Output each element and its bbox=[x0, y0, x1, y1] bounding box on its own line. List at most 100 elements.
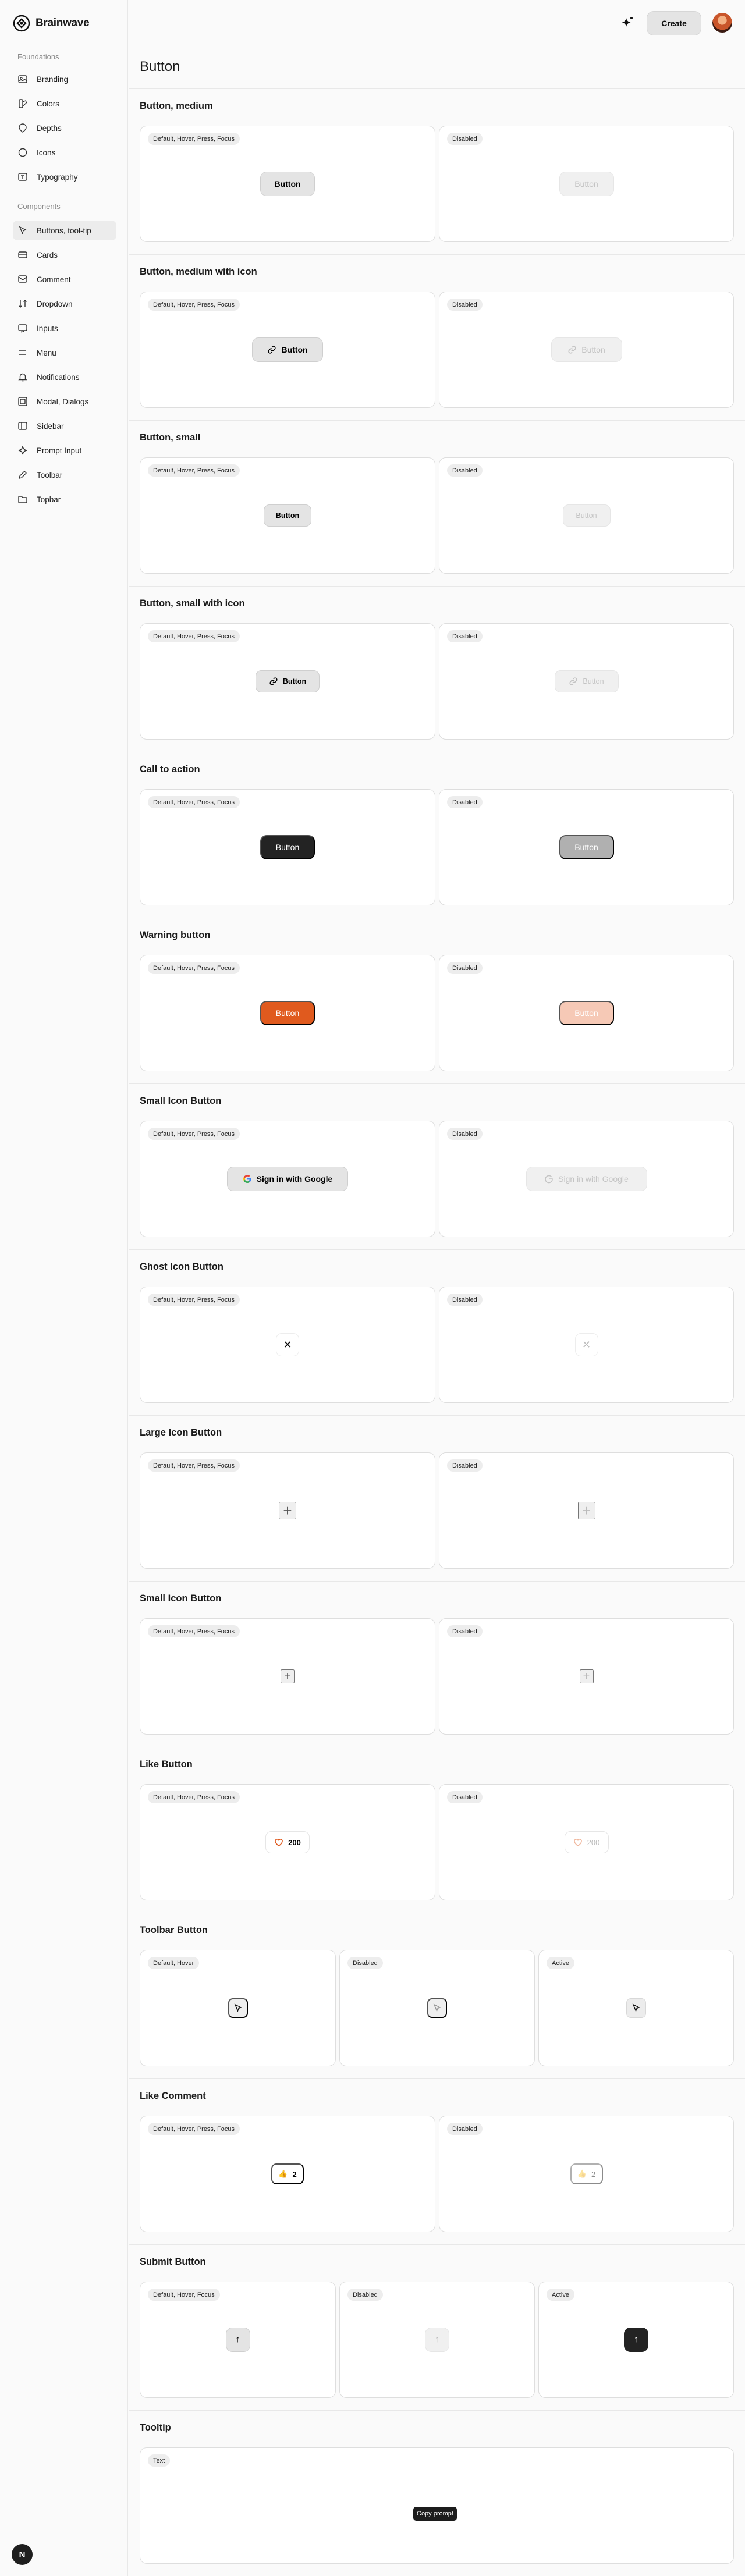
like-comment-button[interactable]: 👍 2 bbox=[271, 2163, 304, 2184]
demo-card-default: Default, Hover, Press, Focus Button bbox=[140, 789, 435, 905]
section-title: Warning button bbox=[140, 930, 211, 940]
link-icon bbox=[569, 677, 577, 685]
like-button[interactable]: 200 bbox=[265, 1831, 310, 1853]
small-button-disabled: Button bbox=[562, 504, 611, 527]
sidebar-item-comment[interactable]: Comment bbox=[13, 269, 116, 289]
cursor-icon bbox=[632, 2003, 640, 2013]
sidebar-item-depths[interactable]: Depths bbox=[13, 118, 116, 138]
sparkle-icon[interactable] bbox=[620, 15, 635, 30]
sidebar-item-branding[interactable]: Branding bbox=[13, 69, 116, 89]
toolbar-button-disabled bbox=[427, 1998, 447, 2018]
pen-icon bbox=[19, 471, 27, 479]
sidebar-item-notifications[interactable]: Notifications bbox=[13, 367, 116, 387]
arrow-up-icon[interactable]: ↑ bbox=[225, 2328, 250, 2352]
toolbar-button-active[interactable] bbox=[626, 1998, 646, 2018]
toolbar-button[interactable] bbox=[228, 1998, 248, 2018]
cursor-icon bbox=[433, 2003, 441, 2013]
sidebar-item-topbar[interactable]: Topbar bbox=[13, 489, 116, 509]
sidebar-item-sidebar[interactable]: Sidebar bbox=[13, 416, 116, 436]
link-icon bbox=[268, 346, 276, 354]
avatar[interactable] bbox=[712, 13, 732, 33]
layers-icon bbox=[19, 123, 27, 133]
section-title: Small Icon Button bbox=[140, 1096, 222, 1106]
demo-card-disabled: Disabled bbox=[339, 1950, 535, 2066]
circle-icon bbox=[18, 148, 27, 157]
section-button-small: Button, small Default, Hover, Press, Foc… bbox=[129, 421, 745, 587]
button-label: Button bbox=[581, 345, 605, 354]
google-icon bbox=[545, 1175, 553, 1184]
section-like-comment: Like Comment Default, Hover, Press, Focu… bbox=[129, 2079, 745, 2245]
state-tag: Disabled bbox=[447, 1128, 483, 1140]
heart-icon bbox=[573, 1839, 582, 1846]
state-tag: Disabled bbox=[447, 1625, 483, 1637]
sidebar-item-label: Menu bbox=[37, 348, 56, 357]
sidebar-item-cards[interactable]: Cards bbox=[13, 245, 116, 265]
section-title: Small Icon Button bbox=[140, 1593, 222, 1604]
sidebar-item-icons[interactable]: Icons bbox=[13, 143, 116, 162]
demo-card-default: Default, Hover, Press, Focus Button bbox=[140, 457, 435, 574]
brainwave-logo-icon bbox=[13, 15, 30, 32]
cursor-icon bbox=[19, 226, 27, 235]
close-icon[interactable]: ✕ bbox=[276, 1333, 299, 1356]
sidebar-item-menu[interactable]: Menu bbox=[13, 343, 116, 363]
sidebar-item-buttons[interactable]: Buttons, tool-tip bbox=[13, 221, 116, 240]
sidebar-item-label: Cards bbox=[37, 250, 58, 260]
user-avatar-button[interactable]: N bbox=[12, 2544, 33, 2565]
sidebar-item-modal[interactable]: Modal, Dialogs bbox=[13, 392, 116, 411]
heart-icon bbox=[275, 1839, 283, 1846]
medium-button[interactable]: Button bbox=[260, 172, 315, 196]
plus-icon[interactable]: + bbox=[279, 1502, 296, 1519]
input-icon bbox=[18, 324, 27, 333]
demo-card-default: Default, Hover bbox=[140, 1950, 336, 2066]
sidebar-item-label: Buttons, tool-tip bbox=[37, 226, 91, 235]
warning-button[interactable]: Button bbox=[260, 1001, 315, 1025]
section-tooltip: Tooltip Text Copy prompt bbox=[129, 2411, 745, 2576]
demo-card-default: Default, Hover, Press, Focus Button bbox=[140, 623, 435, 740]
button-label: Button bbox=[583, 677, 604, 685]
like-comment-button-disabled: 👍 2 bbox=[570, 2163, 603, 2184]
small-icon-button[interactable]: Button bbox=[256, 670, 320, 692]
demo-card-active: Active ↑ bbox=[538, 2282, 734, 2398]
demo-card-disabled: Disabled Button bbox=[439, 789, 734, 905]
sidebar-item-colors[interactable]: Colors bbox=[13, 94, 116, 113]
medium-icon-button[interactable]: Button bbox=[252, 337, 323, 362]
google-signin-button[interactable]: Sign in with Google bbox=[227, 1167, 348, 1191]
small-button[interactable]: Button bbox=[264, 504, 311, 527]
sidebar-item-prompt-input[interactable]: Prompt Input bbox=[13, 440, 116, 460]
demo-card-disabled: Disabled 200 bbox=[439, 1784, 734, 1900]
state-tag: Default, Hover, Press, Focus bbox=[148, 962, 240, 974]
text-icon bbox=[18, 173, 27, 181]
state-tag: Default, Hover, Press, Focus bbox=[148, 299, 240, 311]
sidebar-item-dropdown[interactable]: Dropdown bbox=[13, 294, 116, 314]
state-tag: Default, Hover, Press, Focus bbox=[148, 1128, 240, 1140]
link-icon bbox=[269, 677, 278, 685]
plus-icon[interactable]: + bbox=[281, 1669, 295, 1683]
sidebar-item-inputs[interactable]: Inputs bbox=[13, 318, 116, 338]
cta-button[interactable]: Button bbox=[260, 835, 315, 859]
arrow-up-icon[interactable]: ↑ bbox=[624, 2328, 648, 2352]
button-label: Sign in with Google bbox=[558, 1174, 629, 1184]
demo-card-disabled: Disabled Button bbox=[439, 292, 734, 408]
state-tag: Default, Hover, Press, Focus bbox=[148, 1625, 240, 1637]
section-large-icon: Large Icon Button Default, Hover, Press,… bbox=[129, 1416, 745, 1582]
like-count: 200 bbox=[587, 1838, 600, 1847]
section-title: Like Button bbox=[140, 1759, 193, 1770]
demo-card-disabled: Disabled Sign in with Google bbox=[439, 1121, 734, 1237]
section-title: Button, medium with icon bbox=[140, 267, 257, 277]
state-tag: Disabled bbox=[447, 2123, 483, 2135]
sidebar-item-label: Inputs bbox=[37, 324, 58, 333]
sidebar-item-label: Prompt Input bbox=[37, 446, 82, 455]
demo-card-default: Default, Hover, Press, Focus 200 bbox=[140, 1784, 435, 1900]
demo-card-active: Active bbox=[538, 1950, 734, 2066]
demo-card-disabled: Disabled Button bbox=[439, 955, 734, 1071]
sidebar-item-toolbar[interactable]: Toolbar bbox=[13, 465, 116, 485]
google-signin-button-disabled: Sign in with Google bbox=[526, 1167, 647, 1191]
brand[interactable]: Brainwave bbox=[13, 14, 90, 33]
sidebar-item-label: Colors bbox=[37, 99, 60, 108]
create-button[interactable]: Create bbox=[647, 11, 701, 35]
section-submit: Submit Button Default, Hover, Focus ↑ Di… bbox=[129, 2245, 745, 2411]
sidebar-item-typography[interactable]: Typography bbox=[13, 167, 116, 187]
medium-icon-button-disabled: Button bbox=[551, 337, 622, 362]
section-title: Ghost Icon Button bbox=[140, 1262, 224, 1272]
state-tag: Disabled bbox=[447, 133, 483, 145]
